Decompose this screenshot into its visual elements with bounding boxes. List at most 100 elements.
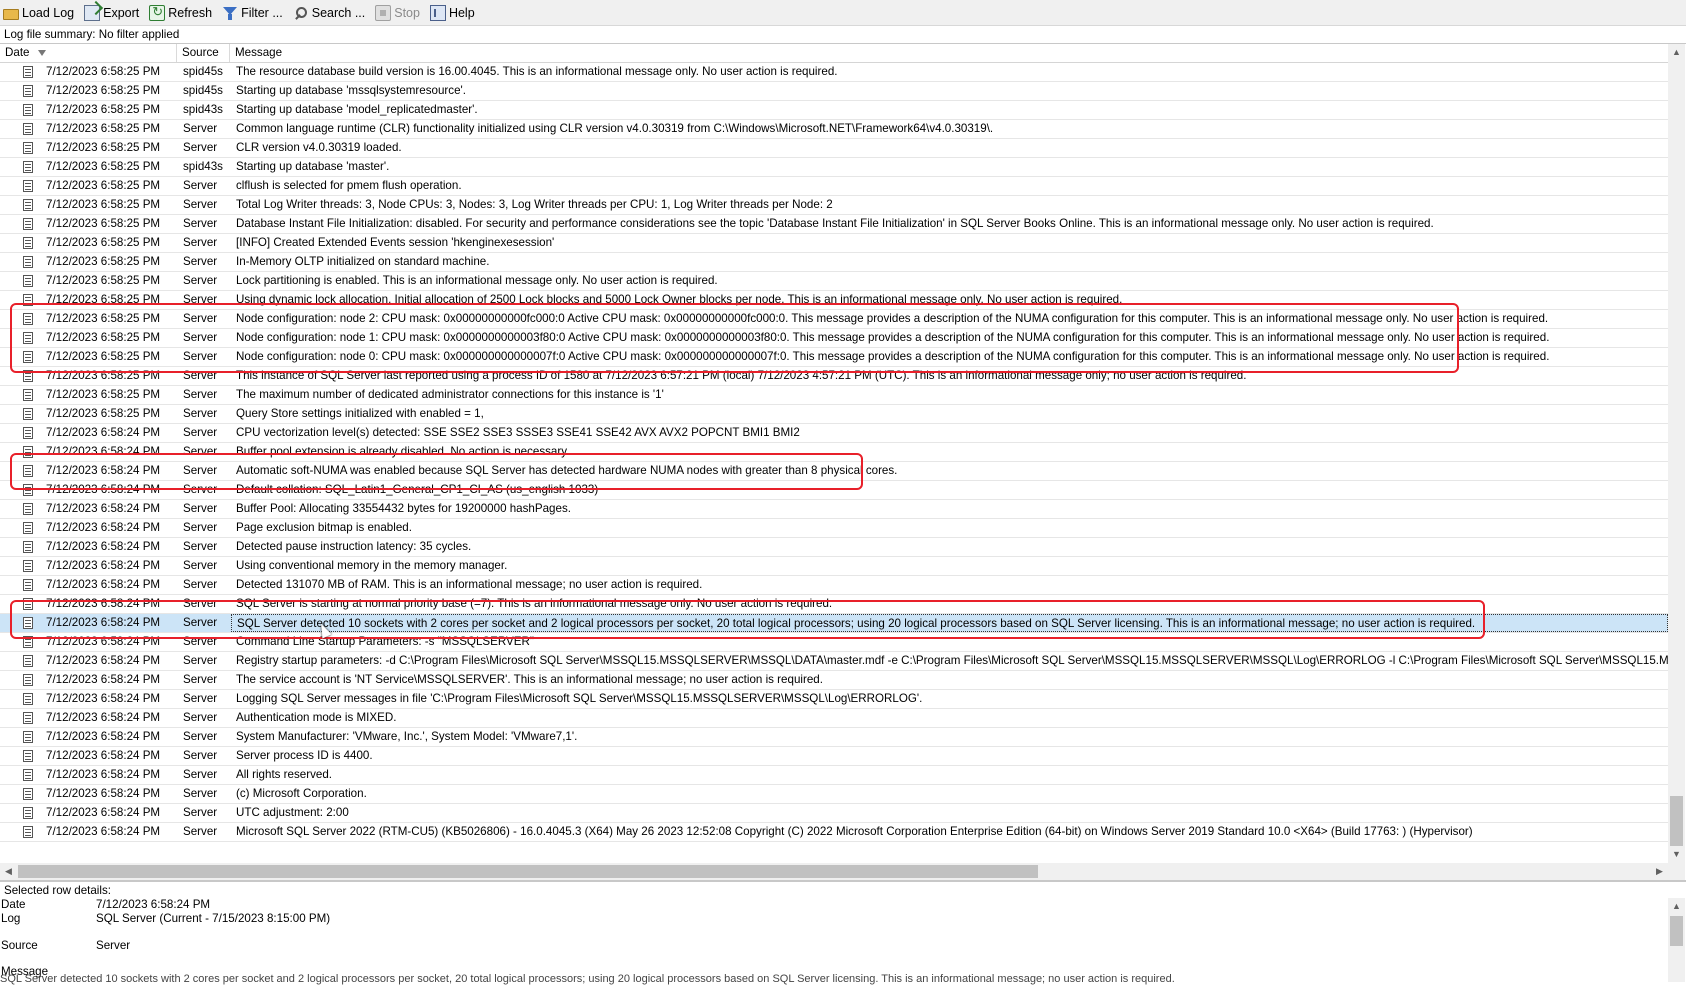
table-row[interactable]: 7/12/2023 6:58:24 PM Server UTC adjustment… [0, 804, 1668, 823]
stop-button[interactable]: Stop [372, 2, 426, 24]
table-row[interactable]: 7/12/2023 6:58:25 PM Server Common languag… [0, 120, 1668, 139]
table-row[interactable]: 7/12/2023 6:58:24 PM Server The service ac… [0, 671, 1668, 690]
row-icon-cell [0, 671, 42, 689]
table-row[interactable]: 7/12/2023 6:58:25 PM Server Database Insta… [0, 215, 1668, 234]
row-date: 7/12/2023 6:58:25 PM [46, 293, 161, 306]
table-row[interactable]: 7/12/2023 6:58:25 PM Server Lock partition… [0, 272, 1668, 291]
table-row[interactable]: 7/12/2023 6:58:24 PM Server Detected 13107… [0, 576, 1668, 595]
refresh-icon [149, 4, 166, 21]
log-entry-icon [23, 332, 33, 344]
row-message: Node configuration: node 0: CPU mask: 0x… [236, 350, 1550, 363]
row-date: 7/12/2023 6:58:25 PM [46, 388, 161, 401]
row-icon-cell [0, 462, 42, 480]
table-row[interactable]: 7/12/2023 6:58:24 PM Server CPU vectorizat… [0, 424, 1668, 443]
table-row[interactable]: 7/12/2023 6:58:24 PM Server System Manufac… [0, 728, 1668, 747]
column-source-label: Source [182, 46, 219, 59]
row-icon-cell [0, 424, 42, 442]
export-button[interactable]: Export [81, 2, 145, 24]
table-row[interactable]: 7/12/2023 6:58:25 PM Server The maximum nu… [0, 386, 1668, 405]
row-date: 7/12/2023 6:58:24 PM [46, 825, 161, 838]
log-entry-icon [23, 674, 33, 686]
details-scrollbar[interactable]: ▲ [1668, 898, 1685, 982]
column-header-message[interactable]: Message [230, 44, 1668, 62]
table-row[interactable]: 7/12/2023 6:58:24 PM Server Buffer pool ex… [0, 443, 1668, 462]
row-message: Automatic soft-NUMA was enabled because … [236, 464, 898, 477]
table-row[interactable]: 7/12/2023 6:58:25 PM Server In-Memory OLTP… [0, 253, 1668, 272]
table-row[interactable]: 7/12/2023 6:58:24 PM Server Registry start… [0, 652, 1668, 671]
row-date: 7/12/2023 6:58:25 PM [46, 122, 161, 135]
table-row[interactable]: 7/12/2023 6:58:25 PM Server clflush is sel… [0, 177, 1668, 196]
row-source: Server [183, 293, 218, 306]
details-scroll-thumb[interactable] [1670, 916, 1683, 946]
table-row[interactable]: 7/12/2023 6:58:24 PM Server Microsoft SQL … [0, 823, 1668, 842]
log-summary: Log file summary: No filter applied [0, 26, 1686, 43]
load-log-label: Load Log [22, 5, 75, 20]
table-row[interactable]: 7/12/2023 6:58:25 PM Server Query Store se… [0, 405, 1668, 424]
filter-button[interactable]: Filter ... [219, 2, 289, 24]
horizontal-scrollbar[interactable]: ◀ ▶ [0, 863, 1668, 880]
table-row[interactable]: 7/12/2023 6:58:25 PM Server This instance … [0, 367, 1668, 386]
table-row[interactable]: 7/12/2023 6:58:25 PM spid43s Starting up d… [0, 101, 1668, 120]
log-entry-icon [23, 66, 33, 78]
search-button[interactable]: Search ... [290, 2, 372, 24]
log-entry-icon [23, 275, 33, 287]
refresh-button[interactable]: Refresh [146, 2, 218, 24]
table-row[interactable]: 7/12/2023 6:58:25 PM Server Node configura… [0, 348, 1668, 367]
row-date: 7/12/2023 6:58:25 PM [46, 141, 161, 154]
table-row[interactable]: 7/12/2023 6:58:24 PM Server Server process… [0, 747, 1668, 766]
column-header-date[interactable]: Date [0, 44, 177, 62]
table-row[interactable]: 7/12/2023 6:58:24 PM Server Page exclusion… [0, 519, 1668, 538]
scroll-right-icon[interactable]: ▶ [1651, 863, 1668, 880]
row-date: 7/12/2023 6:58:24 PM [46, 673, 161, 686]
scroll-up-icon[interactable]: ▲ [1668, 44, 1685, 61]
table-row-selected[interactable]: 7/12/2023 6:58:24 PM Server SQL Server det… [0, 614, 1668, 633]
table-row[interactable]: 7/12/2023 6:58:25 PM spid45s The resource … [0, 63, 1668, 82]
table-row[interactable]: 7/12/2023 6:58:25 PM spid45s Starting up d… [0, 82, 1668, 101]
log-entry-icon [23, 313, 33, 325]
help-button[interactable]: Help [427, 2, 481, 24]
table-row[interactable]: 7/12/2023 6:58:24 PM Server Automatic soft… [0, 462, 1668, 481]
table-row[interactable]: 7/12/2023 6:58:25 PM Server Total Log Writ… [0, 196, 1668, 215]
table-row[interactable]: 7/12/2023 6:58:24 PM Server Detected pause… [0, 538, 1668, 557]
log-entry-icon [23, 579, 33, 591]
table-row[interactable]: 7/12/2023 6:58:24 PM Server Default collat… [0, 481, 1668, 500]
table-row[interactable]: 7/12/2023 6:58:24 PM Server Using conventi… [0, 557, 1668, 576]
row-source: Server [183, 331, 218, 344]
row-source: Server [183, 198, 218, 211]
table-row[interactable]: 7/12/2023 6:58:24 PM Server Buffer Pool: A… [0, 500, 1668, 519]
table-row[interactable]: 7/12/2023 6:58:25 PM Server [INFO] Created… [0, 234, 1668, 253]
row-message: Buffer pool extension is already disable… [236, 445, 570, 458]
table-row[interactable]: 7/12/2023 6:58:24 PM Server Logging SQL Se… [0, 690, 1668, 709]
horizontal-scroll-thumb[interactable] [18, 865, 1038, 878]
table-row[interactable]: 7/12/2023 6:58:25 PM Server CLR version v4… [0, 139, 1668, 158]
table-row[interactable]: 7/12/2023 6:58:25 PM Server Node configura… [0, 329, 1668, 348]
table-row[interactable]: 7/12/2023 6:58:25 PM Server Node configura… [0, 310, 1668, 329]
row-date: 7/12/2023 6:58:25 PM [46, 236, 161, 249]
table-row[interactable]: 7/12/2023 6:58:25 PM spid43s Starting up d… [0, 158, 1668, 177]
row-message: Query Store settings initialized with en… [236, 407, 484, 420]
row-icon-cell [0, 633, 42, 651]
row-message: Detected pause instruction latency: 35 c… [236, 540, 472, 553]
search-icon [293, 5, 309, 21]
row-source: Server [183, 122, 218, 135]
table-row[interactable]: 7/12/2023 6:58:24 PM Server Command Line S… [0, 633, 1668, 652]
table-row[interactable]: 7/12/2023 6:58:24 PM Server (c) Microsoft … [0, 785, 1668, 804]
row-date: 7/12/2023 6:58:24 PM [46, 464, 161, 477]
row-source: Server [183, 464, 218, 477]
table-row[interactable]: 7/12/2023 6:58:24 PM Server All rights res… [0, 766, 1668, 785]
scroll-left-icon[interactable]: ◀ [0, 863, 17, 880]
table-row[interactable]: 7/12/2023 6:58:24 PM Server SQL Server is … [0, 595, 1668, 614]
row-message: System Manufacturer: 'VMware, Inc.', Sys… [236, 730, 578, 743]
table-row[interactable]: 7/12/2023 6:58:24 PM Server Authentication… [0, 709, 1668, 728]
column-header-source[interactable]: Source [177, 44, 230, 62]
details-scroll-up-icon[interactable]: ▲ [1668, 898, 1685, 915]
row-date: 7/12/2023 6:58:24 PM [46, 578, 161, 591]
load-log-button[interactable]: Load Log [0, 2, 80, 24]
log-grid[interactable]: Date Source Message 7/12/2023 6:58:25 PM… [0, 43, 1686, 881]
vertical-scroll-thumb[interactable] [1670, 796, 1683, 846]
table-row[interactable]: 7/12/2023 6:58:25 PM Server Using dynamic … [0, 291, 1668, 310]
scroll-down-icon[interactable]: ▼ [1668, 846, 1685, 863]
row-message: Starting up database 'mssqlsystemresourc… [236, 84, 466, 97]
row-icon-cell [0, 652, 42, 670]
vertical-scrollbar[interactable]: ▲ ▼ [1668, 44, 1685, 863]
